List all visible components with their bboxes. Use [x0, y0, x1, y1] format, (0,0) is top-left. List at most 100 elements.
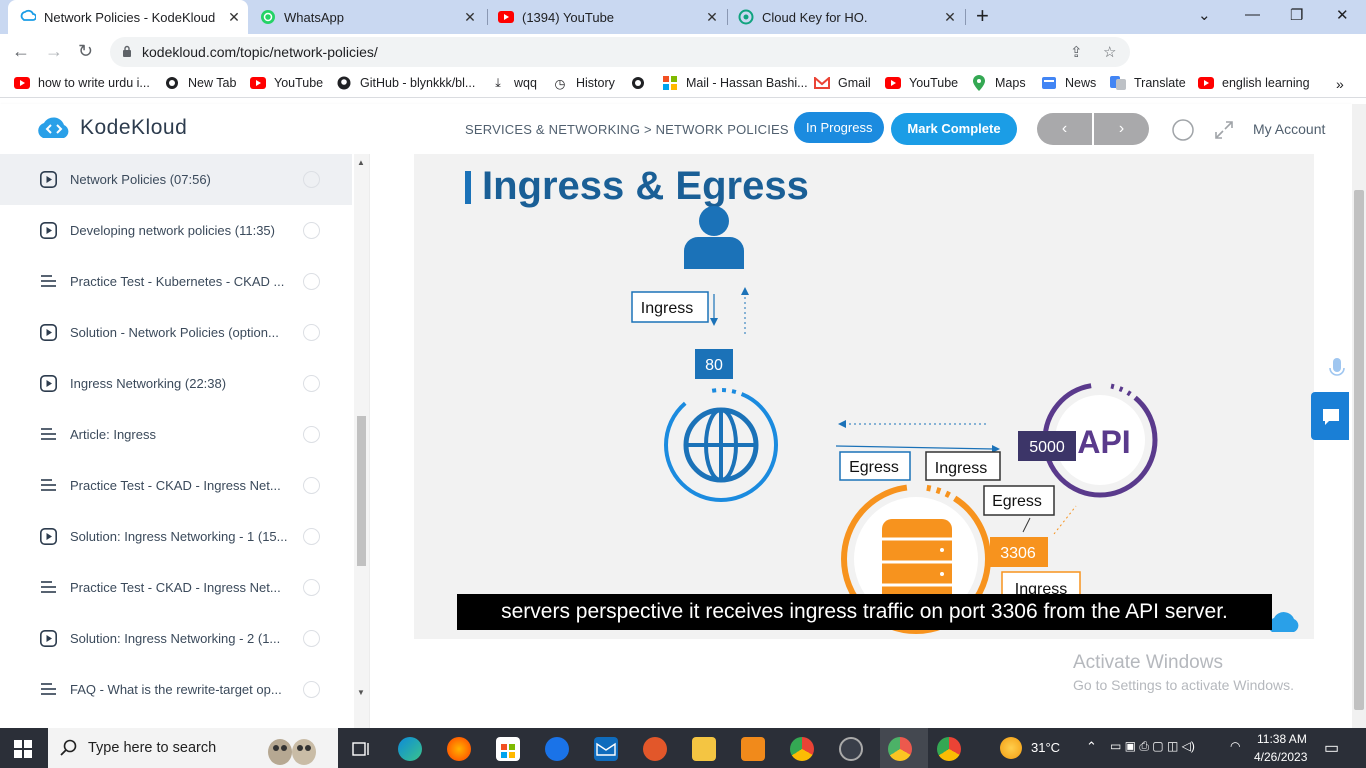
- lesson-completion-radio[interactable]: [303, 579, 320, 596]
- network-diagram: Ingress 80 Egress Ingress API 5000 Egres…: [631, 206, 1299, 634]
- lesson-item[interactable]: FAQ - What is the rewrite-target op...: [0, 664, 352, 715]
- tray-network-icons[interactable]: ▭ ▣ ⎙ ▢ ◫ ◁): [1110, 739, 1195, 754]
- file-explorer-icon[interactable]: [692, 737, 716, 761]
- tray-chevron-icon[interactable]: ⌃: [1086, 739, 1097, 755]
- lesson-completion-radio[interactable]: [303, 324, 320, 341]
- clock-date[interactable]: 4/26/2023: [1254, 750, 1307, 764]
- bookmark-item[interactable]: Translate: [1110, 76, 1186, 90]
- bookmark-item[interactable]: how to write urdu i...: [14, 76, 150, 90]
- mail-icon[interactable]: [594, 737, 618, 761]
- lesson-item[interactable]: Solution: Ingress Networking - 1 (15...: [0, 511, 352, 562]
- tab-whatsapp[interactable]: WhatsApp ✕: [250, 0, 488, 34]
- chat-widget-button[interactable]: [1311, 392, 1349, 440]
- tab-label: Network Policies - KodeKloud: [44, 9, 216, 25]
- bookmark-item[interactable]: GitHub - blynkkk/bl...: [336, 76, 475, 90]
- restore-button[interactable]: ❐: [1290, 6, 1303, 24]
- bookmark-item[interactable]: News: [1041, 76, 1096, 90]
- owls-search-highlight-icon: [268, 739, 316, 765]
- bookmark-item[interactable]: Mail - Hassan Bashi...: [662, 76, 808, 90]
- notifications-icon[interactable]: ▭: [1324, 738, 1339, 758]
- user-icon: [684, 206, 744, 269]
- temperature-label[interactable]: 31°C: [1031, 740, 1060, 755]
- close-tab-icon[interactable]: ✕: [942, 9, 958, 25]
- close-tab-icon[interactable]: ✕: [226, 9, 242, 25]
- minimize-button[interactable]: —: [1245, 6, 1260, 23]
- lesson-item[interactable]: Solution - Network Policies (option...: [0, 307, 352, 358]
- windows-start-icon[interactable]: [14, 740, 32, 758]
- tab-youtube[interactable]: (1394) YouTube ✕: [490, 0, 728, 34]
- scroll-up-arrow-icon[interactable]: ▲: [357, 158, 365, 167]
- dark-mode-toggle-icon[interactable]: [1171, 118, 1195, 142]
- settings-gear-icon[interactable]: [741, 737, 765, 761]
- my-account-link[interactable]: My Account: [1253, 121, 1325, 137]
- lesson-item[interactable]: Network Policies (07:56): [0, 154, 352, 205]
- lesson-item[interactable]: Practice Test - Kubernetes - CKAD ...: [0, 256, 352, 307]
- in-progress-button[interactable]: In Progress: [794, 112, 885, 143]
- new-tab-button[interactable]: +: [976, 5, 989, 27]
- kodekloud-logo[interactable]: KodeKloud: [34, 114, 187, 142]
- firefox-icon[interactable]: [447, 737, 471, 761]
- bookmark-item[interactable]: ⤓ wqq: [490, 76, 537, 91]
- bookmark-item[interactable]: [630, 76, 654, 90]
- lesson-completion-radio[interactable]: [303, 222, 320, 239]
- bookmark-item[interactable]: New Tab: [164, 76, 236, 90]
- weather-icon[interactable]: [1000, 737, 1022, 759]
- forward-button[interactable]: →: [45, 42, 63, 60]
- phone-app-icon[interactable]: [545, 737, 569, 761]
- bookmark-star-icon[interactable]: ☆: [1103, 43, 1116, 61]
- chrome-icon[interactable]: [790, 737, 814, 761]
- lesson-completion-radio[interactable]: [303, 375, 320, 392]
- share-icon[interactable]: ⇪: [1070, 43, 1083, 61]
- taskbar-search-box[interactable]: Type here to search: [48, 728, 338, 768]
- lesson-completion-radio[interactable]: [303, 630, 320, 647]
- ingress-mid-label: Ingress: [935, 460, 987, 477]
- bookmarks-overflow-icon[interactable]: »: [1336, 76, 1344, 92]
- bookmark-item[interactable]: Gmail: [814, 76, 871, 90]
- bookmark-item[interactable]: ◷ History: [552, 76, 615, 91]
- lesson-completion-radio[interactable]: [303, 426, 320, 443]
- tab-search-icon[interactable]: ⌄: [1198, 6, 1211, 24]
- lesson-item[interactable]: Developing network policies (11:35): [0, 205, 352, 256]
- voice-widget-icon[interactable]: [1322, 352, 1352, 384]
- edge-icon[interactable]: [398, 737, 422, 761]
- breadcrumb[interactable]: SERVICES & NETWORKING > NETWORK POLICIES: [465, 122, 789, 137]
- close-window-button[interactable]: ✕: [1336, 6, 1349, 24]
- page-scroll-thumb[interactable]: [1354, 190, 1364, 710]
- bookmark-item[interactable]: english learning: [1198, 76, 1310, 90]
- video-player[interactable]: Ingress & Egress Ingress 80 Egress Ingre…: [414, 154, 1314, 639]
- bookmark-item[interactable]: YouTube: [885, 76, 958, 90]
- address-bar[interactable]: kodekloud.com/topic/network-policies/ ⇪ …: [110, 37, 1130, 67]
- wifi-icon[interactable]: ◠: [1230, 739, 1240, 753]
- previous-lesson-button[interactable]: ‹: [1037, 113, 1092, 145]
- bookmark-item[interactable]: Maps: [971, 75, 1026, 91]
- microsoft-store-icon[interactable]: [496, 737, 520, 761]
- close-tab-icon[interactable]: ✕: [462, 9, 478, 25]
- anydesk-icon[interactable]: [643, 737, 667, 761]
- scroll-down-arrow-icon[interactable]: ▼: [357, 688, 365, 697]
- lesson-item[interactable]: Solution: Ingress Networking - 2 (1...: [0, 613, 352, 664]
- bookmark-item[interactable]: YouTube: [250, 76, 323, 90]
- chrome-profile-2-icon[interactable]: [937, 737, 961, 761]
- lesson-completion-radio[interactable]: [303, 681, 320, 698]
- lesson-item[interactable]: Ingress Networking (22:38): [0, 358, 352, 409]
- bookmark-label: Mail - Hassan Bashi...: [686, 76, 808, 90]
- lesson-item[interactable]: Practice Test - CKAD - Ingress Net...: [0, 460, 352, 511]
- next-lesson-button[interactable]: ›: [1094, 113, 1149, 145]
- reload-button[interactable]: ↻: [78, 42, 93, 60]
- lesson-item[interactable]: Practice Test - CKAD - Ingress Net...: [0, 562, 352, 613]
- obs-icon[interactable]: [839, 737, 863, 761]
- task-view-icon[interactable]: [350, 737, 374, 761]
- lesson-completion-radio[interactable]: [303, 528, 320, 545]
- mark-complete-button[interactable]: Mark Complete: [891, 113, 1017, 145]
- clock-time[interactable]: 11:38 AM: [1257, 732, 1307, 746]
- sidebar-scroll-thumb[interactable]: [357, 416, 366, 566]
- lesson-item[interactable]: Article: Ingress: [0, 409, 352, 460]
- fullscreen-icon[interactable]: [1212, 118, 1236, 142]
- back-button[interactable]: ←: [12, 42, 30, 60]
- tab-cloud-key[interactable]: Cloud Key for HO. ✕: [730, 0, 966, 34]
- lesson-completion-radio[interactable]: [303, 477, 320, 494]
- lesson-completion-radio[interactable]: [303, 273, 320, 290]
- tab-network-policies[interactable]: Network Policies - KodeKloud ✕: [8, 0, 248, 34]
- close-tab-icon[interactable]: ✕: [704, 9, 720, 25]
- lesson-completion-radio[interactable]: [303, 171, 320, 188]
